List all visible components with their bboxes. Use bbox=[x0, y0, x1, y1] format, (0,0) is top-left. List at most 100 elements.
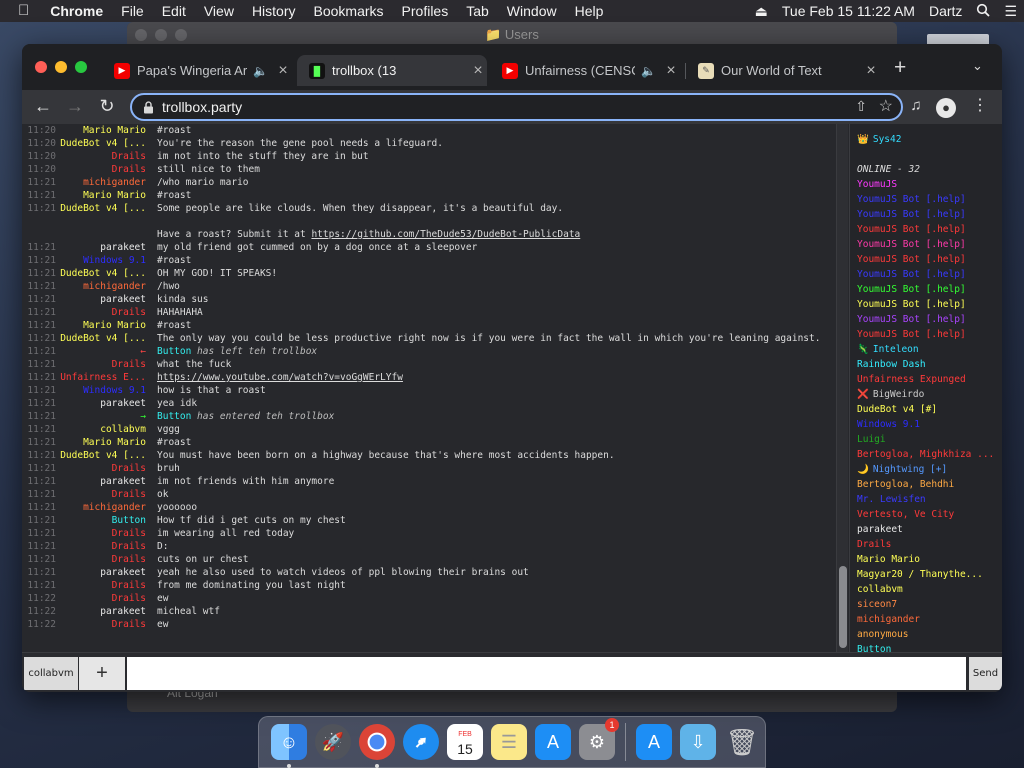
message-nickname[interactable]: Button bbox=[56, 514, 146, 527]
user-list-item[interactable]: YoumuJS Bot [.help] bbox=[857, 312, 1002, 327]
message-nickname[interactable]: Drails bbox=[56, 553, 146, 566]
user-list-item[interactable]: YoumuJS bbox=[857, 177, 1002, 192]
trash-icon[interactable]: 🗑 bbox=[724, 724, 760, 760]
message-nickname[interactable]: parakeet bbox=[56, 566, 146, 579]
user-list-item[interactable]: parakeet bbox=[857, 522, 1002, 537]
menu-profiles[interactable]: Profiles bbox=[393, 0, 458, 22]
share-icon[interactable]: ⇧ bbox=[855, 98, 867, 115]
downloads-folder-icon[interactable]: ⇩ bbox=[680, 724, 716, 760]
chat-scrollbar[interactable] bbox=[836, 124, 848, 652]
user-list-item[interactable]: YoumuJS Bot [.help] bbox=[857, 252, 1002, 267]
message-link[interactable]: https://www.youtube.com/watch?v=voGgWErL… bbox=[157, 372, 403, 383]
finder-icon[interactable]: ☺ bbox=[271, 724, 307, 768]
tab-unfairness[interactable]: ▶ Unfairness (CENSO 🔈 × bbox=[490, 55, 680, 86]
message-nickname[interactable]: Mario Mario bbox=[56, 189, 146, 202]
chat-log[interactable]: 11:20 Mario Mario #roast 11:20 DudeBot v4 [.… bbox=[22, 124, 836, 652]
message-nickname[interactable]: parakeet bbox=[56, 293, 146, 306]
eject-icon[interactable]: ⏏ bbox=[748, 3, 775, 20]
user-list-item[interactable]: YoumuJS Bot [.help] bbox=[857, 207, 1002, 222]
message-nickname[interactable]: parakeet bbox=[56, 397, 146, 410]
user-list-item[interactable]: YoumuJS Bot [.help] bbox=[857, 282, 1002, 297]
message-nickname[interactable]: Unfairness E... bbox=[56, 371, 146, 384]
message-nickname[interactable]: collabvm bbox=[56, 423, 146, 436]
calendar-icon[interactable]: FEB 15 bbox=[447, 724, 483, 760]
message-input[interactable] bbox=[127, 657, 966, 690]
message-nickname[interactable]: Drails bbox=[56, 540, 146, 553]
room-button[interactable]: collabvm bbox=[24, 657, 78, 690]
user-list-item[interactable]: Button bbox=[857, 642, 1002, 652]
message-nickname[interactable]: Mario Mario bbox=[56, 436, 146, 449]
tab-trollbox[interactable]: █ trollbox (13 × bbox=[297, 55, 487, 86]
speaker-icon[interactable]: 🔈 bbox=[641, 64, 656, 78]
menu-app-name[interactable]: Chrome bbox=[41, 0, 112, 22]
forward-icon[interactable]: → bbox=[63, 94, 87, 118]
menu-view[interactable]: View bbox=[195, 0, 243, 22]
app-store-download-icon[interactable]: A bbox=[636, 724, 672, 760]
user-list-item[interactable]: Mario Mario bbox=[857, 552, 1002, 567]
event-username[interactable]: Button bbox=[157, 346, 191, 357]
chrome-icon[interactable] bbox=[359, 724, 395, 768]
menu-edit[interactable]: Edit bbox=[153, 0, 195, 22]
user-list-item[interactable]: Luigi bbox=[857, 432, 1002, 447]
message-nickname[interactable]: DudeBot v4 [... bbox=[56, 332, 146, 345]
user-list-item[interactable]: siceon7 bbox=[857, 597, 1002, 612]
launchpad-icon[interactable]: 🚀 bbox=[315, 724, 351, 760]
message-nickname[interactable]: Mario Mario bbox=[56, 319, 146, 332]
user-list-item[interactable]: 👑 Sys42 bbox=[857, 132, 1002, 147]
message-nickname[interactable]: Drails bbox=[56, 527, 146, 540]
user-list-item[interactable]: michigander bbox=[857, 612, 1002, 627]
message-nickname[interactable]: parakeet bbox=[56, 241, 146, 254]
message-nickname[interactable]: Drails bbox=[56, 163, 146, 176]
message-nickname[interactable]: Drails bbox=[56, 592, 146, 605]
chat-scrollbar-thumb[interactable] bbox=[839, 566, 847, 648]
message-nickname[interactable]: DudeBot v4 [... bbox=[56, 449, 146, 462]
message-nickname[interactable]: parakeet bbox=[56, 475, 146, 488]
address-bar[interactable]: trollbox.party ⇧ ☆ bbox=[130, 93, 903, 121]
bg-minimize-icon[interactable] bbox=[155, 28, 167, 41]
close-tab-icon[interactable]: × bbox=[662, 62, 680, 80]
new-tab-icon[interactable]: + bbox=[894, 56, 906, 80]
user-list-item[interactable]: YoumuJS Bot [.help] bbox=[857, 222, 1002, 237]
close-tab-icon[interactable]: × bbox=[469, 62, 487, 80]
message-nickname[interactable]: Drails bbox=[56, 306, 146, 319]
message-nickname[interactable]: Drails bbox=[56, 150, 146, 163]
message-nickname[interactable]: Mario Mario bbox=[56, 124, 146, 137]
message-nickname[interactable]: DudeBot v4 [... bbox=[56, 267, 146, 280]
app-store-icon[interactable]: A bbox=[535, 724, 571, 760]
bg-close-icon[interactable] bbox=[135, 28, 147, 41]
user-list-item[interactable]: anonymous bbox=[857, 627, 1002, 642]
message-nickname[interactable]: Drails bbox=[56, 462, 146, 475]
message-nickname[interactable]: DudeBot v4 [... bbox=[56, 202, 146, 241]
profile-avatar-icon[interactable]: ● bbox=[936, 98, 956, 118]
message-nickname[interactable]: DudeBot v4 [... bbox=[56, 137, 146, 150]
message-nickname[interactable]: Drails bbox=[56, 618, 146, 631]
tab-our-world-of-text[interactable]: ✎ Our World of Text × bbox=[686, 55, 880, 86]
user-list-item[interactable]: Unfairness Expunged bbox=[857, 372, 1002, 387]
menu-bookmarks[interactable]: Bookmarks bbox=[305, 0, 393, 22]
user-list-item[interactable]: 🦎 Inteleon bbox=[857, 342, 1002, 357]
message-nickname[interactable]: Drails bbox=[56, 488, 146, 501]
apple-menu-icon[interactable]:  bbox=[0, 0, 41, 22]
user-list-item[interactable]: collabvm bbox=[857, 582, 1002, 597]
add-room-button[interactable]: + bbox=[79, 657, 125, 690]
send-button[interactable]: Send bbox=[969, 657, 1002, 690]
user-list-item[interactable]: Bertogloa, Mighkhiza ... bbox=[857, 447, 1002, 462]
user-list-item[interactable]: Magyar20 / Thanythe... bbox=[857, 567, 1002, 582]
reload-icon[interactable]: ↻ bbox=[95, 94, 119, 118]
speaker-icon[interactable]: 🔈 bbox=[253, 64, 268, 78]
user-list-item[interactable]: Bertogloa, Behdhi bbox=[857, 477, 1002, 492]
menu-history[interactable]: History bbox=[243, 0, 305, 22]
user-list-item[interactable]: Rainbow Dash bbox=[857, 357, 1002, 372]
system-preferences-icon[interactable]: ⚙ 1 bbox=[579, 718, 619, 760]
close-tab-icon[interactable]: × bbox=[862, 62, 880, 80]
user-list-item[interactable]: YoumuJS Bot [.help] bbox=[857, 237, 1002, 252]
notes-icon[interactable]: ☰ bbox=[491, 724, 527, 760]
user-list-item[interactable]: YoumuJS Bot [.help] bbox=[857, 297, 1002, 312]
kebab-menu-icon[interactable]: ⋮ bbox=[968, 94, 992, 118]
user-list-item[interactable]: Mr. Lewisfen bbox=[857, 492, 1002, 507]
message-nickname[interactable]: Drails bbox=[56, 358, 146, 371]
message-link[interactable]: https://github.com/TheDude53/DudeBot-Pub… bbox=[311, 229, 580, 240]
user-list-item[interactable]: Vertesto, Ve City bbox=[857, 507, 1002, 522]
bg-zoom-icon[interactable] bbox=[175, 28, 187, 41]
menu-user[interactable]: Dartz bbox=[922, 3, 969, 19]
